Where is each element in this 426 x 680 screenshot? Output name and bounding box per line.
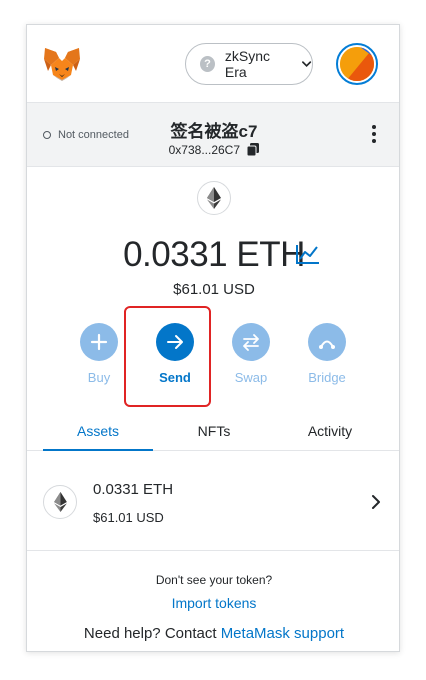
asset-amount: 0.0331 ETH — [93, 481, 174, 498]
list-item[interactable]: 0.0331 ETH $61.01 USD — [27, 465, 399, 551]
portfolio-chart-icon[interactable] — [295, 243, 321, 265]
account-address-text: 0x738...26C7 — [168, 143, 241, 157]
account-bar: Not connected 签名被盗c7 0x738...26C7 — [27, 103, 399, 167]
bridge-icon — [319, 340, 335, 349]
eth-token-icon — [43, 485, 77, 519]
swap-label: Swap — [234, 370, 268, 385]
balance-usd: $61.01 USD — [173, 281, 255, 298]
help-prefix: Need help? Contact — [83, 625, 217, 642]
metamask-support-link[interactable]: MetaMask support — [221, 625, 344, 642]
account-address[interactable]: 0x738...26C7 — [27, 143, 399, 157]
wallet-popup: ? zkSync Era Not connected 签名被盗c7 0x738.… — [26, 24, 400, 652]
tab-activity[interactable]: Activity — [275, 417, 385, 451]
metamask-fox-icon[interactable] — [43, 47, 81, 83]
plus-icon — [90, 333, 108, 351]
tab-assets[interactable]: Assets — [43, 417, 153, 451]
account-options-menu-icon[interactable] — [371, 125, 377, 145]
account-name[interactable]: 签名被盗c7 — [27, 117, 399, 142]
jazzicon-icon — [340, 47, 374, 81]
send-highlight-box — [124, 306, 211, 407]
swap-icon — [243, 334, 259, 351]
eth-logo-icon — [197, 181, 231, 215]
network-selector[interactable]: ? zkSync Era — [185, 43, 313, 85]
network-label: zkSync Era — [224, 48, 271, 80]
bridge-button[interactable]: Bridge — [297, 323, 357, 385]
missing-token-hint: Don't see your token? — [155, 573, 273, 587]
asset-tabs: Assets NFTs Activity — [27, 417, 399, 451]
account-avatar[interactable] — [336, 43, 378, 85]
action-buttons: Buy Send Swap Bridge — [27, 323, 399, 403]
swap-button[interactable]: Swap — [221, 323, 281, 385]
chevron-down-icon — [301, 61, 311, 68]
chevron-right-icon — [372, 495, 380, 509]
bridge-label: Bridge — [308, 370, 346, 385]
import-tokens-link[interactable]: Import tokens — [27, 595, 399, 611]
balance-display: 0.0331 ETH — [27, 235, 399, 275]
buy-label: Buy — [87, 370, 111, 385]
top-bar: ? zkSync Era — [27, 25, 399, 103]
help-text: Need help? Contact MetaMask support — [27, 625, 399, 642]
network-unknown-icon: ? — [200, 56, 215, 72]
asset-usd-value: $61.01 USD — [93, 510, 164, 525]
tab-nfts[interactable]: NFTs — [159, 417, 269, 451]
balance-amount: 0.0331 — [123, 235, 228, 274]
copy-icon[interactable] — [247, 143, 260, 156]
buy-button[interactable]: Buy — [69, 323, 129, 385]
